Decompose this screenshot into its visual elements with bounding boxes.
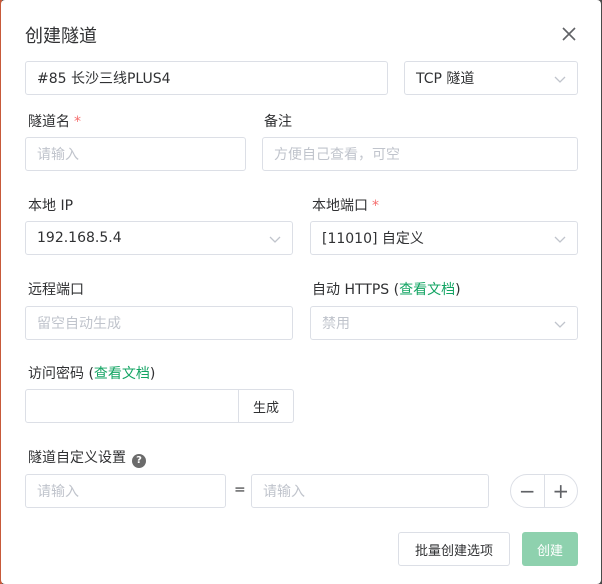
close-icon[interactable] bbox=[559, 24, 579, 44]
remote-port-input[interactable]: 留空自动生成 bbox=[25, 306, 293, 340]
auto-https-label-text: 自动 HTTPS ( bbox=[312, 282, 400, 298]
local-ip-value: 192.168.5.4 bbox=[37, 230, 122, 246]
remark-label: 备注 bbox=[264, 114, 292, 130]
custom-value-input[interactable]: 请输入 bbox=[251, 474, 489, 508]
chevron-down-icon bbox=[269, 236, 281, 243]
batch-create-options-button[interactable]: 批量创建选项 bbox=[398, 532, 510, 566]
custom-settings-label-text: 隧道自定义设置 bbox=[28, 450, 126, 466]
access-password-label-text: 访问密码 ( bbox=[28, 366, 94, 382]
remove-setting-button[interactable]: − bbox=[511, 475, 544, 507]
required-mark: * bbox=[74, 114, 81, 130]
custom-key-input[interactable]: 请输入 bbox=[25, 474, 226, 508]
access-password-label-suffix: ) bbox=[149, 366, 156, 382]
auto-https-docs-link[interactable]: 查看文档 bbox=[399, 282, 455, 298]
node-select[interactable]: #85 长沙三线PLUS4 bbox=[25, 61, 388, 95]
custom-setting-stepper: − + bbox=[510, 474, 578, 508]
local-port-value: [11010] 自定义 bbox=[322, 231, 424, 247]
access-password-label: 访问密码 (查看文档) bbox=[28, 363, 155, 383]
auto-https-label: 自动 HTTPS (查看文档) bbox=[312, 279, 461, 299]
auto-https-label-suffix: ) bbox=[455, 282, 461, 298]
access-password-docs-link[interactable]: 查看文档 bbox=[94, 366, 150, 382]
tunnel-name-label: 隧道名 * bbox=[28, 111, 81, 131]
chevron-down-icon bbox=[554, 76, 566, 83]
chevron-down-icon bbox=[554, 236, 566, 243]
auto-https-select[interactable]: 禁用 bbox=[310, 306, 578, 340]
local-port-select[interactable]: [11010] 自定义 bbox=[310, 221, 578, 255]
auto-https-value: 禁用 bbox=[322, 316, 350, 332]
custom-settings-label: 隧道自定义设置? bbox=[28, 447, 146, 468]
custom-value-placeholder: 请输入 bbox=[263, 484, 305, 500]
generate-password-button[interactable]: 生成 bbox=[238, 389, 294, 423]
remote-port-label: 远程端口 bbox=[28, 282, 84, 298]
create-tunnel-dialog: 创建隧道 #85 长沙三线PLUS4 TCP 隧道 隧道名 * 请输入 备注 方便… bbox=[1, 0, 601, 584]
tunnel-type-select[interactable]: TCP 隧道 bbox=[404, 61, 578, 95]
local-ip-label: 本地 IP bbox=[28, 198, 74, 214]
remote-port-placeholder: 留空自动生成 bbox=[37, 316, 121, 332]
tunnel-name-placeholder: 请输入 bbox=[37, 147, 79, 163]
node-select-value: #85 长沙三线PLUS4 bbox=[37, 71, 171, 87]
create-button[interactable]: 创建 bbox=[522, 532, 578, 566]
custom-key-placeholder: 请输入 bbox=[37, 484, 79, 500]
chevron-down-icon bbox=[554, 321, 566, 328]
question-circle-icon[interactable]: ? bbox=[132, 454, 146, 468]
local-port-label: 本地端口 * bbox=[312, 195, 379, 215]
equals-sign: = bbox=[234, 482, 246, 498]
access-password-input[interactable] bbox=[25, 389, 239, 423]
local-ip-select[interactable]: 192.168.5.4 bbox=[25, 221, 293, 255]
dialog-title: 创建隧道 bbox=[25, 26, 97, 47]
tunnel-name-input[interactable]: 请输入 bbox=[25, 137, 246, 171]
remark-placeholder: 方便自己查看，可空 bbox=[274, 147, 400, 163]
local-port-label-text: 本地端口 bbox=[312, 198, 368, 214]
required-mark: * bbox=[372, 198, 379, 214]
tunnel-name-label-text: 隧道名 bbox=[28, 114, 70, 130]
remark-input[interactable]: 方便自己查看，可空 bbox=[262, 137, 578, 171]
tunnel-type-value: TCP 隧道 bbox=[416, 71, 475, 87]
add-setting-button[interactable]: + bbox=[543, 475, 578, 507]
